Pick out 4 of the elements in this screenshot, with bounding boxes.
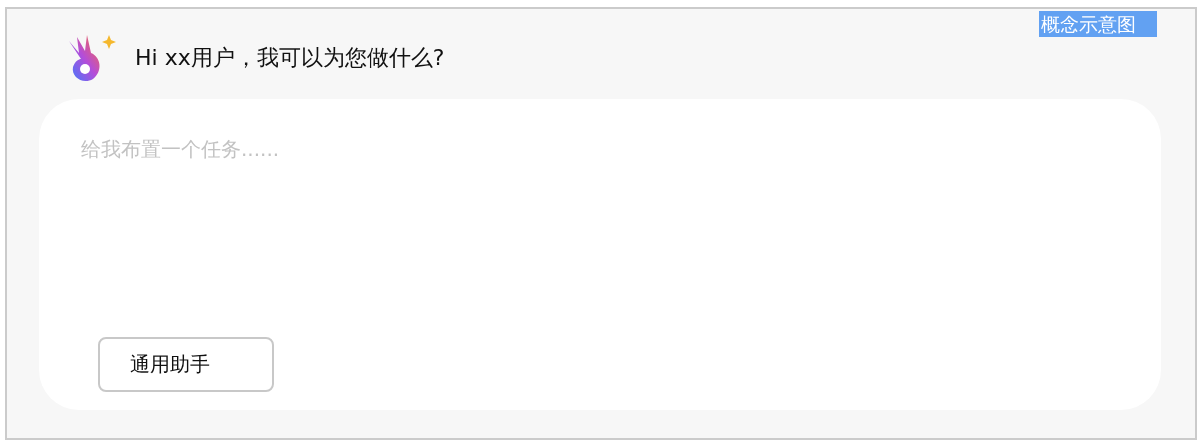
task-input-field[interactable]: 给我布置一个任务...... <box>81 137 681 161</box>
diagram-label: 概念示意图 <box>1039 11 1157 37</box>
greeting-text: Hi xx用户，我可以为您做什么? <box>135 44 445 72</box>
assistant-button[interactable]: 通用助手 <box>98 337 274 392</box>
